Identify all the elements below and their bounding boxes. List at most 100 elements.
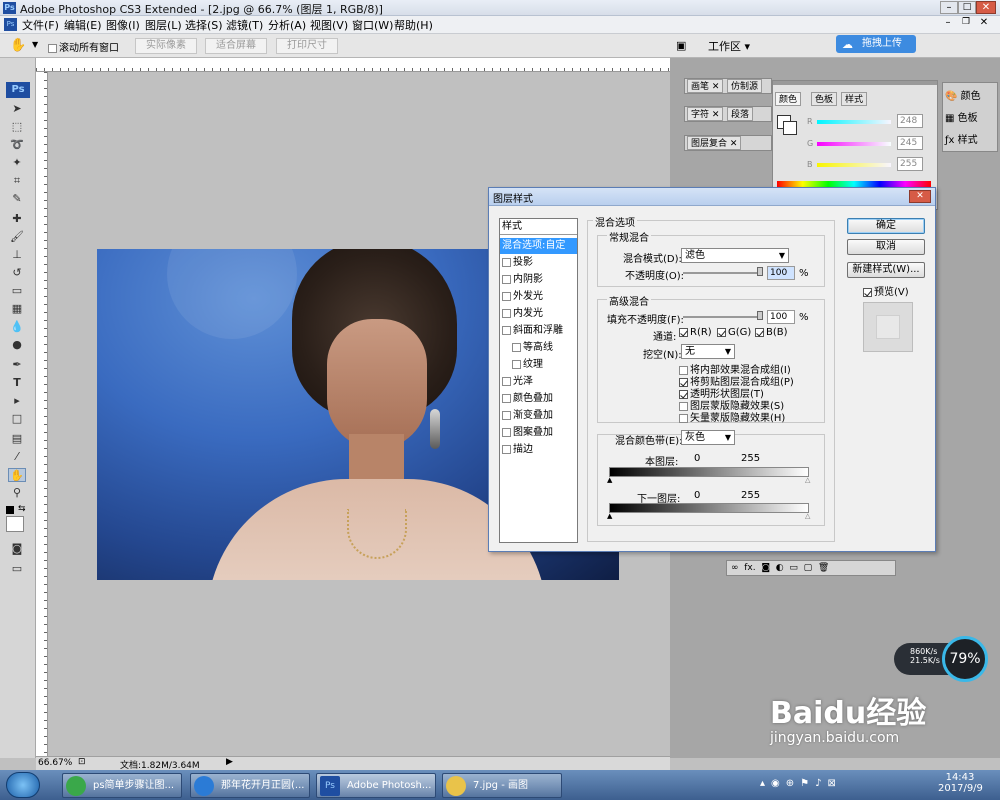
r-slider[interactable] xyxy=(817,120,891,124)
style-pattern-overlay[interactable]: 图案叠加 xyxy=(502,425,576,441)
upload-button[interactable]: ☁ 拖拽上传 xyxy=(836,35,916,53)
tab-swatches[interactable]: 色板 xyxy=(811,92,838,106)
tab-clone-source[interactable]: 仿制源 xyxy=(727,79,763,93)
vector-mask-hides-checkbox[interactable]: 矢量蒙版隐藏效果(H) xyxy=(679,409,785,424)
channel-g-checkbox[interactable]: G(G) xyxy=(717,327,751,338)
this-layer-right-thumb[interactable]: △ xyxy=(805,476,810,484)
memory-gauge[interactable]: 79% xyxy=(942,636,988,682)
print-size-button[interactable]: 打印尺寸 xyxy=(276,38,338,54)
status-arrow-icon[interactable]: ▶ xyxy=(226,757,233,767)
task-item-2[interactable]: 那年花开月正圆(... xyxy=(190,773,310,798)
foreground-color-swatch[interactable] xyxy=(6,516,24,532)
task-item-4[interactable]: 7.jpg - 画图 xyxy=(442,773,562,798)
new-layer-icon[interactable]: ▢ xyxy=(804,563,813,573)
trash-icon[interactable]: 🗑 xyxy=(818,563,829,573)
style-bevel-emboss[interactable]: 斜面和浮雕 xyxy=(502,323,576,339)
tab-layer-comps[interactable]: 图层复合 ✕ xyxy=(687,136,742,150)
ok-button[interactable]: 确定 xyxy=(847,218,925,234)
actual-pixels-button[interactable]: 实际像素 xyxy=(135,38,197,54)
quick-mask-icon[interactable]: ◙ xyxy=(8,542,26,556)
tab-color[interactable]: 颜色 xyxy=(775,92,802,106)
tab-brushes[interactable]: 画笔 ✕ xyxy=(687,79,724,93)
scroll-all-windows-checkbox[interactable]: 滚动所有窗口 xyxy=(48,39,119,54)
pen-tool-icon[interactable]: ✒ xyxy=(8,358,26,372)
style-color-overlay[interactable]: 颜色叠加 xyxy=(502,391,576,407)
close-button[interactable]: ✕ xyxy=(976,1,996,14)
tray-icons[interactable]: ▴◉⊕⚑♪⊠ xyxy=(760,778,842,789)
adjust-icon[interactable]: ◐ xyxy=(776,563,784,573)
style-drop-shadow[interactable]: 投影 xyxy=(502,255,576,271)
blur-tool-icon[interactable]: 💧 xyxy=(8,320,26,334)
move-tool-icon[interactable]: ➤ xyxy=(8,102,26,116)
this-layer-gradient[interactable] xyxy=(609,467,809,477)
style-gradient-overlay[interactable]: 渐变叠加 xyxy=(502,408,576,424)
hand-tool-icon[interactable]: ✋ xyxy=(10,38,26,53)
zoom-tool-icon[interactable]: ⚲ xyxy=(8,486,26,500)
crop-tool-icon[interactable]: ⌗ xyxy=(8,174,26,188)
shape-tool-icon[interactable]: □ xyxy=(8,412,26,426)
opacity-input[interactable]: 100 xyxy=(767,266,795,280)
screen-mode-icon[interactable]: ▭ xyxy=(8,562,26,576)
menu-file[interactable]: 文件(F) xyxy=(22,17,59,33)
zoom-level[interactable]: 66.67% xyxy=(38,758,72,768)
workspace-menu[interactable]: 工作区 ▾ xyxy=(708,38,750,54)
swap-colors-icon[interactable]: ⇆ xyxy=(18,504,26,514)
styles-header[interactable]: 样式 xyxy=(500,219,577,235)
menu-filter[interactable]: 滤镜(T) xyxy=(226,17,263,33)
underlying-right-thumb[interactable]: △ xyxy=(805,512,810,520)
menu-select[interactable]: 选择(S) xyxy=(185,17,223,33)
stamp-tool-icon[interactable]: ⊥ xyxy=(8,248,26,262)
style-satin[interactable]: 光泽 xyxy=(502,374,576,390)
underlying-left-thumb[interactable]: ▲ xyxy=(607,512,612,520)
menu-analysis[interactable]: 分析(A) xyxy=(268,17,306,33)
eyedropper-tool-icon[interactable]: ⁄ xyxy=(8,450,26,464)
tab-character[interactable]: 字符 ✕ xyxy=(687,107,724,121)
hand-tool-button-icon[interactable]: ✋ xyxy=(8,468,26,482)
dock-styles[interactable]: ƒx 样式 xyxy=(945,131,978,146)
path-select-icon[interactable]: ▸ xyxy=(8,394,26,408)
lasso-tool-icon[interactable]: ➰ xyxy=(8,138,26,152)
notes-tool-icon[interactable]: ▤ xyxy=(8,432,26,446)
type-tool-icon[interactable]: T xyxy=(8,376,26,390)
b-slider[interactable] xyxy=(817,163,891,167)
magic-wand-tool-icon[interactable]: ✦ xyxy=(8,156,26,170)
brush-tool-icon[interactable]: 🖌 xyxy=(8,230,26,244)
doc-minimize-button[interactable]: – xyxy=(940,17,956,31)
blend-if-select[interactable]: 灰色 ▼ xyxy=(681,430,735,445)
doc-restore-button[interactable]: ❐ xyxy=(958,17,974,31)
dodge-tool-icon[interactable]: ● xyxy=(8,338,26,352)
healing-tool-icon[interactable]: ✚ xyxy=(8,212,26,226)
this-layer-left-thumb[interactable]: ▲ xyxy=(607,476,612,484)
history-brush-icon[interactable]: ↺ xyxy=(8,266,26,280)
ps-menu-icon[interactable]: Ps xyxy=(4,18,17,31)
g-slider[interactable] xyxy=(817,142,891,146)
menu-view[interactable]: 视图(V) xyxy=(310,17,348,33)
style-stroke[interactable]: 描边 xyxy=(502,442,576,458)
link-icon[interactable]: ∞ xyxy=(731,563,739,573)
menu-window[interactable]: 窗口(W) xyxy=(352,17,393,33)
task-item-3[interactable]: Ps Adobe Photosh... xyxy=(316,773,436,798)
r-value[interactable]: 248 xyxy=(897,114,923,128)
dock-color[interactable]: 🎨 颜色 xyxy=(945,87,981,102)
menu-image[interactable]: 图像(I) xyxy=(106,17,140,33)
gradient-tool-icon[interactable]: ▦ xyxy=(8,302,26,316)
maximize-button[interactable]: □ xyxy=(958,1,976,14)
fit-screen-button[interactable]: 适合屏幕 xyxy=(205,38,267,54)
doc-close-button[interactable]: ✕ xyxy=(976,17,992,31)
menu-help[interactable]: 帮助(H) xyxy=(394,17,433,33)
tray-clock[interactable]: 14:43 2017/9/9 xyxy=(938,772,983,794)
opacity-slider-thumb[interactable] xyxy=(757,267,763,276)
folder-icon[interactable]: ▭ xyxy=(789,563,798,573)
dialog-close-button[interactable]: ✕ xyxy=(909,190,931,203)
style-texture[interactable]: 纹理 xyxy=(512,357,586,373)
underlying-gradient[interactable] xyxy=(609,503,809,513)
channel-r-checkbox[interactable]: R(R) xyxy=(679,327,712,338)
task-item-1[interactable]: ps简单步骤让图... xyxy=(62,773,182,798)
minimize-button[interactable]: – xyxy=(940,1,958,14)
tab-paragraph[interactable]: 段落 xyxy=(727,107,754,121)
menu-edit[interactable]: 编辑(E) xyxy=(64,17,102,33)
start-button[interactable] xyxy=(6,772,40,798)
mask-icon[interactable]: ◙ xyxy=(761,563,770,573)
g-value[interactable]: 245 xyxy=(897,136,923,150)
style-inner-glow[interactable]: 内发光 xyxy=(502,306,576,322)
